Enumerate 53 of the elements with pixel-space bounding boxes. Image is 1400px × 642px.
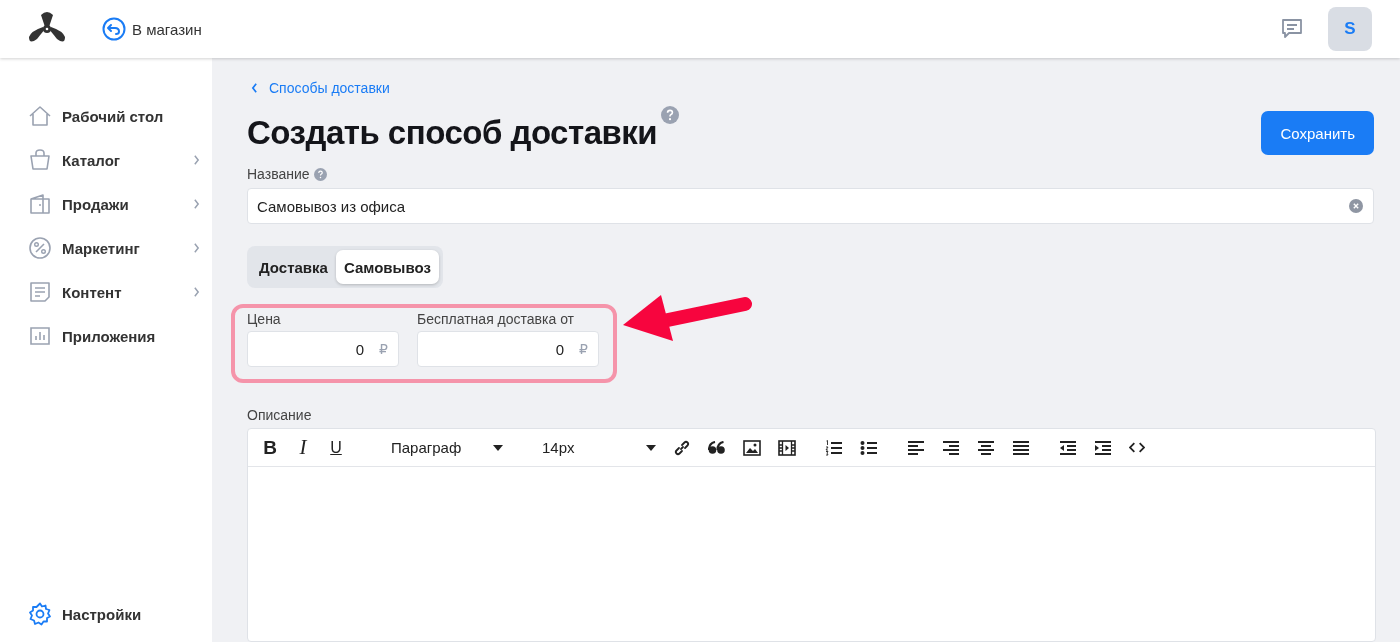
field-label: Бесплатная доставка от — [417, 311, 576, 327]
sidebar-item[interactable]: Настройки — [0, 592, 212, 636]
document-icon — [28, 280, 52, 304]
align-left-icon[interactable] — [907, 439, 925, 456]
field-label: Описание — [247, 407, 312, 423]
bar-chart-icon — [28, 324, 52, 348]
name-input-field[interactable]: Самовывоз из офиса — [247, 188, 1374, 224]
quote-icon[interactable] — [708, 440, 726, 455]
price-input-field[interactable]: 0 ₽ — [247, 331, 399, 367]
back-to-store-link[interactable]: В магазин — [102, 17, 202, 41]
wallet-icon — [28, 192, 52, 216]
indent-icon[interactable] — [1094, 439, 1112, 456]
video-icon[interactable] — [778, 439, 796, 456]
sidebar-item[interactable]: Контент — [0, 270, 212, 314]
currency-unit: ₽ — [379, 341, 388, 357]
sidebar-item[interactable]: Продажи — [0, 182, 212, 226]
breadcrumb-link[interactable]: Способы доставки — [251, 80, 390, 96]
numbered-list-icon[interactable] — [825, 439, 843, 456]
caret-down-icon — [646, 444, 656, 451]
caret-down-icon — [493, 444, 503, 451]
code-icon[interactable] — [1129, 442, 1145, 453]
sidebar-item[interactable]: Маркетинг — [0, 226, 212, 270]
align-center-icon[interactable] — [977, 439, 995, 456]
sidebar-item[interactable]: Рабочий стол — [0, 94, 212, 138]
underline-button[interactable]: U — [328, 438, 344, 457]
align-right-icon[interactable] — [942, 439, 960, 456]
clear-icon[interactable] — [1349, 199, 1363, 213]
save-button[interactable]: Сохранить — [1261, 111, 1374, 155]
font-size-dropdown[interactable]: 14px — [542, 439, 656, 456]
bold-button[interactable]: B — [262, 436, 278, 459]
paragraph-dropdown[interactable]: Параграф — [391, 439, 503, 456]
page-title: Создать способ доставки — [247, 114, 658, 152]
percent-icon — [28, 236, 52, 260]
currency-unit: ₽ — [579, 341, 588, 357]
segment-tab[interactable]: Доставка — [251, 250, 336, 284]
link-icon[interactable] — [673, 438, 691, 457]
field-label: Название — [247, 166, 310, 182]
chat-icon[interactable] — [1280, 17, 1304, 41]
bullet-list-icon[interactable] — [860, 439, 878, 456]
chevron-left-icon — [251, 83, 258, 93]
segment-tab[interactable]: Самовывоз — [335, 250, 439, 284]
align-justify-icon[interactable] — [1012, 439, 1030, 456]
image-icon[interactable] — [743, 439, 761, 456]
price-input-field[interactable]: 0 ₽ — [417, 331, 599, 367]
sidebar-item[interactable]: Каталог — [0, 138, 212, 182]
shopping-bag-icon — [28, 148, 52, 172]
house-icon — [28, 104, 52, 128]
sidebar-item[interactable]: Приложения — [0, 314, 212, 358]
undo-icon — [102, 17, 126, 41]
italic-button[interactable]: I — [295, 435, 311, 460]
outdent-icon[interactable] — [1059, 439, 1077, 456]
field-label: Цена — [247, 311, 282, 327]
gear-icon — [28, 602, 52, 626]
